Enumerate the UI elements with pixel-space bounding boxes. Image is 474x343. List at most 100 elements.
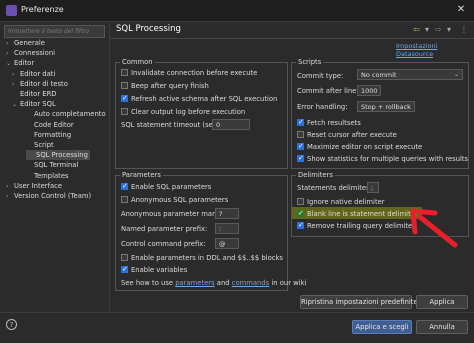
named-prefix-input[interactable]: :	[215, 223, 239, 234]
parameters-link[interactable]: parameters	[175, 279, 214, 287]
restore-defaults-button[interactable]: Ripristina impostazioni predefinite	[300, 295, 418, 309]
anon-mark-input[interactable]: ?	[215, 208, 239, 219]
checkbox-box[interactable]	[121, 181, 128, 191]
tree-item[interactable]: › Generale	[6, 38, 45, 48]
blank-line-checkbox[interactable]: Blank line is statement delimiter	[297, 208, 418, 219]
back-arrow-icon[interactable]: ⇦	[413, 25, 420, 34]
apply-and-close-button[interactable]: Applica e scegli	[352, 320, 412, 334]
remove-trailing-checkbox[interactable]: Remove trailing query delimiter	[297, 220, 415, 231]
tree-item[interactable]: ⌄ Editor	[6, 58, 34, 68]
enable-sql-params-checkbox[interactable]: Enable SQL parameters	[121, 181, 211, 192]
show-stats-checkbox[interactable]: Show statistics for multiple queries wit…	[297, 153, 468, 164]
control-prefix-label: Control command prefix:	[121, 240, 206, 248]
window-title: Preferenze	[21, 5, 64, 14]
howto-suffix: in our wiki	[269, 279, 307, 287]
fetch-label: Fetch resultsets	[307, 119, 361, 127]
tree-item-label: Script	[34, 141, 54, 149]
anonymous-params-checkbox[interactable]: Anonymous SQL parameters	[121, 195, 228, 205]
ddl-blocks-label: Enable parameters in DDL and $$..$$ bloc…	[131, 254, 283, 262]
tree-item[interactable]: Script	[26, 140, 54, 150]
checkbox-box[interactable]	[121, 93, 128, 103]
checkbox-box[interactable]	[297, 208, 304, 218]
statements-delimiter-input[interactable]: ;	[367, 182, 379, 193]
maximize-editor-checkbox[interactable]: Maximize editor on script execute	[297, 141, 422, 152]
annotation-arrow-icon	[410, 208, 458, 248]
control-prefix-input[interactable]: @	[215, 238, 239, 249]
checkbox-box[interactable]	[121, 69, 128, 76]
reset-cursor-checkbox[interactable]: Reset cursor after execute	[297, 130, 397, 140]
tree-item-label: Editor ERD	[20, 90, 57, 98]
tree-item[interactable]: SQL Processing	[26, 150, 90, 161]
tree-item[interactable]: › Version Control (Team)	[6, 191, 91, 201]
tree-item[interactable]: SQL Terminal	[26, 160, 78, 170]
named-prefix-label: Named parameter prefix:	[121, 225, 208, 233]
tree-item-label: Templates	[34, 171, 69, 180]
window-titlebar: Preferenze ✕	[0, 0, 474, 22]
statements-delimiter-label: Statements delimiter:	[297, 184, 372, 192]
tree-item[interactable]: › Editor di testo	[12, 79, 68, 89]
commit-type-select[interactable]: No commit ⌄	[357, 69, 463, 80]
ddl-blocks-checkbox[interactable]: Enable parameters in DDL and $$..$$ bloc…	[121, 253, 283, 263]
close-icon[interactable]: ✕	[454, 3, 468, 17]
preferences-sidebar: Immettere il testo del filtro › Generale ›…	[0, 22, 110, 312]
tree-item-label: Editor dati	[20, 69, 56, 78]
tree-item[interactable]: Editor ERD	[12, 89, 57, 99]
checkbox-box[interactable]	[121, 264, 128, 274]
tree-item[interactable]: › User Interface	[6, 181, 62, 191]
tree-item[interactable]: Code Editor	[26, 120, 74, 130]
cancel-button[interactable]: Annulla	[416, 320, 468, 334]
datasource-settings-link[interactable]: Impostazioni Datasource	[396, 42, 474, 58]
scripts-group-label: Scripts	[296, 58, 324, 66]
enable-variables-label: Enable variables	[131, 266, 188, 274]
clear-log-label: Clear output log before execution	[131, 108, 246, 116]
clear-log-checkbox[interactable]: Clear output log before execution	[121, 107, 245, 117]
checkbox-box[interactable]	[121, 82, 128, 89]
tree-item-label: Editor di testo	[20, 79, 68, 88]
checkbox-box[interactable]	[297, 198, 304, 205]
delimiters-group-label: Delimiters	[296, 171, 335, 179]
timeout-input[interactable]: 0	[212, 119, 250, 130]
help-icon[interactable]: ?	[6, 319, 17, 330]
filter-input[interactable]: Immettere il testo del filtro	[4, 25, 105, 38]
apply-button[interactable]: Applica	[416, 295, 468, 309]
checkbox-box[interactable]	[297, 131, 304, 138]
ignore-native-checkbox[interactable]: Ignore native delimiter	[297, 197, 385, 207]
tree-item[interactable]: › Connessioni	[6, 48, 55, 58]
common-group-label: Common	[120, 58, 155, 66]
chevron-down-icon[interactable]: ⌄	[12, 100, 20, 110]
forward-arrow-icon[interactable]: ⇨	[435, 25, 442, 34]
forward-dropdown-icon[interactable]: ▾	[447, 25, 451, 34]
invalidate-checkbox[interactable]: Invalidate connection before execute	[121, 68, 257, 78]
tree-item[interactable]: › Editor dati	[12, 69, 55, 79]
chevron-right-icon[interactable]: ›	[6, 192, 14, 202]
commands-link[interactable]: commands	[232, 279, 269, 287]
back-dropdown-icon[interactable]: ▾	[425, 25, 429, 34]
checkbox-box[interactable]	[121, 254, 128, 261]
checkbox-box[interactable]	[297, 117, 304, 127]
tree-item[interactable]: Auto completamento	[26, 109, 106, 119]
commit-after-input[interactable]: 1000	[357, 85, 381, 96]
howto-prefix: See how to use	[121, 279, 176, 287]
commit-type-value: No commit	[361, 71, 397, 79]
parameters-group-label: Parameters	[120, 171, 163, 179]
enable-variables-checkbox[interactable]: Enable variables	[121, 264, 188, 275]
checkbox-box[interactable]	[121, 108, 128, 115]
beep-checkbox[interactable]: Beep after query finish	[121, 81, 209, 91]
tree-item-label: Auto completamento	[34, 110, 106, 119]
menu-icon[interactable]: ⋮	[460, 25, 468, 34]
checkbox-box[interactable]	[297, 153, 304, 163]
checkbox-box[interactable]	[297, 141, 304, 151]
commit-type-label: Commit type:	[297, 72, 344, 80]
refresh-label: Refresh active schema after SQL executio…	[131, 95, 278, 103]
checkbox-box[interactable]	[121, 196, 128, 203]
error-handling-select[interactable]: Stop + rollback ⌄	[357, 101, 415, 112]
tree-item-label: Code Editor	[34, 120, 74, 129]
fetch-resultsets-checkbox[interactable]: Fetch resultsets	[297, 117, 361, 128]
tree-item[interactable]: Templates	[26, 171, 69, 181]
refresh-schema-checkbox[interactable]: Refresh active schema after SQL executio…	[121, 93, 278, 104]
reset-cursor-label: Reset cursor after execute	[307, 131, 397, 139]
tree-item[interactable]: Formatting	[26, 130, 71, 140]
tree-item[interactable]: ⌄ Editor SQL	[12, 99, 56, 109]
checkbox-box[interactable]	[297, 220, 304, 230]
tree-item-label: User Interface	[14, 181, 63, 190]
